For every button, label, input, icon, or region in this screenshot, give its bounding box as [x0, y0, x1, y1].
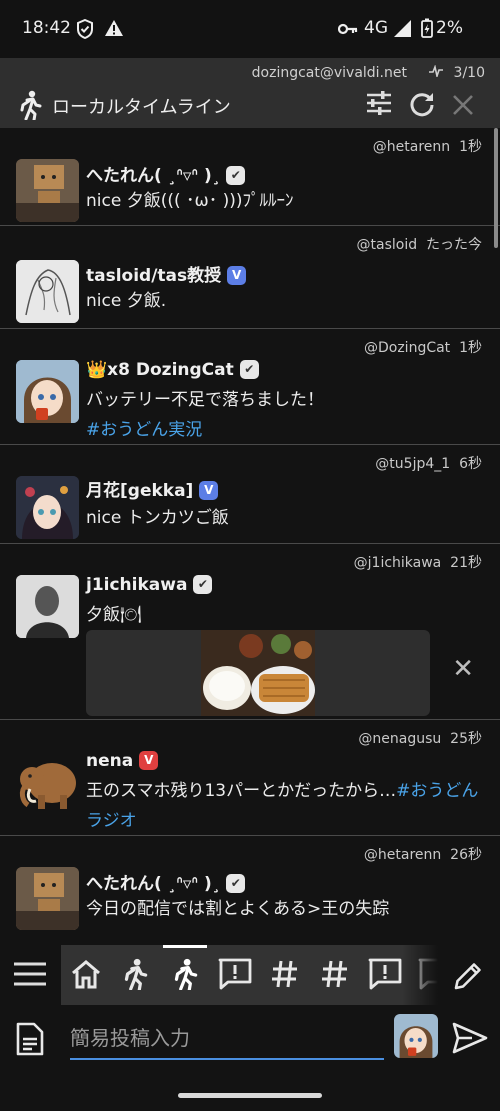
verified-badge: ✔ — [226, 874, 246, 893]
battery-charging-icon — [421, 18, 433, 42]
hashtag-icon — [272, 960, 297, 988]
active-tab-indicator — [163, 945, 207, 948]
avatar[interactable] — [16, 575, 79, 638]
media-attachment[interactable] — [86, 630, 430, 716]
post-text: nice 夕飯((( ･ω･ )))ﾌﾟﾙﾙｰﾝ — [86, 191, 294, 211]
column-header: dozingcat@vivaldi.net 3/10 ローカルタイムライン — [0, 58, 500, 128]
tab-home[interactable] — [61, 945, 111, 1005]
post-text: バッテリー不足で落ちました！ #おうどん実況 — [86, 385, 484, 445]
alert-speech-bubble-icon — [368, 958, 402, 990]
activity-icon — [429, 64, 447, 81]
vivaldi-badge: V — [227, 266, 247, 285]
tab-hashtag-2[interactable] — [310, 945, 360, 1005]
post-item[interactable]: @tasloid たった今 tasloid/tas教授 V nice 夕飯. — [0, 226, 500, 329]
crown-icon: 👑 — [86, 360, 108, 380]
walking-person-icon — [18, 90, 42, 124]
vivaldi-badge: V — [139, 751, 159, 770]
column-title: ローカルタイムライン — [52, 97, 231, 118]
tab-notifications[interactable] — [210, 945, 260, 1005]
document-icon[interactable] — [16, 1022, 44, 1060]
quick-post-input[interactable] — [70, 1018, 384, 1060]
post-display-name[interactable]: nena V — [86, 751, 159, 771]
post-display-name[interactable]: j1ichikawa ✔ — [86, 575, 213, 595]
post-text: 今日の配信では割とよくある>王の失踪 — [86, 899, 390, 919]
post-text: 夕飯🍽 — [86, 605, 142, 625]
bottom-dock — [0, 936, 500, 1111]
post-handle: @DozingCat 1秒 — [363, 340, 482, 356]
post-item[interactable]: @hetarenn 1秒 へたれん( ¸ᐢ▿ᐢ )¸ ✔ nice 夕飯((( ･… — [0, 128, 500, 226]
walking-person-icon — [124, 958, 148, 990]
warning-icon — [104, 19, 124, 41]
timeline[interactable]: @hetarenn 1秒 へたれん( ¸ᐢ▿ᐢ )¸ ✔ nice 夕飯((( ･… — [0, 128, 500, 936]
post-item[interactable]: @nenagusu 25秒 nena V 王のスマホ残り13パーとかだったから…#… — [0, 720, 500, 836]
tab-bar-fade — [402, 945, 438, 1005]
avatar[interactable] — [16, 159, 79, 222]
system-status-bar: 18:42 4G 2% — [0, 0, 500, 58]
post-display-name[interactable]: 月花[gekka] V — [86, 476, 219, 501]
signal-icon — [394, 20, 412, 41]
column-counter-value: 3/10 — [453, 65, 485, 81]
post-text: 王のスマホ残り13パーとかだったから…#おうどんラジオ — [86, 781, 479, 831]
post-handle: @tasloid たった今 — [356, 237, 483, 253]
column-counter: 3/10 — [429, 64, 485, 81]
column-tab-bar — [61, 945, 438, 1005]
post-handle: @j1ichikawa 21秒 — [353, 555, 482, 571]
pencil-icon[interactable] — [452, 960, 484, 996]
vivaldi-badge: V — [199, 481, 219, 500]
verified-badge: ✔ — [193, 575, 213, 594]
avatar[interactable] — [16, 260, 79, 323]
verified-badge: ✔ — [239, 360, 259, 379]
post-item[interactable]: @tu5jp4_1 6秒 月花[gekka] V nice トンカツご飯 — [0, 445, 500, 544]
refresh-icon[interactable] — [409, 91, 435, 121]
tab-local-walk[interactable] — [110, 945, 160, 1005]
verified-badge: ✔ — [226, 166, 246, 185]
post-item[interactable]: @DozingCat 1秒 👑x8 DozingCat ✔ バッテリー不足で落ちま… — [0, 329, 500, 445]
vpn-key-icon — [337, 21, 358, 40]
hamburger-menu-icon[interactable] — [14, 962, 46, 990]
clock-time: 18:42 — [22, 18, 71, 38]
post-handle: @hetarenn 26秒 — [363, 847, 482, 863]
post-item[interactable]: @hetarenn 26秒 へたれん( ¸ᐢ▿ᐢ )¸ ✔ 今日の配信では割とよく… — [0, 836, 500, 936]
network-type: 4G — [364, 18, 388, 38]
alert-speech-bubble-icon — [218, 958, 252, 990]
post-text: nice トンカツご飯 — [86, 508, 229, 528]
home-icon — [72, 960, 100, 989]
hashtag-link[interactable]: #おうどん実況 — [86, 415, 484, 445]
close-icon[interactable] — [452, 94, 474, 120]
account-label: dozingcat@vivaldi.net — [251, 65, 407, 81]
post-handle: @tu5jp4_1 6秒 — [375, 456, 482, 472]
post-display-name[interactable]: へたれん( ¸ᐢ▿ᐢ )¸ ✔ — [86, 869, 246, 894]
timeline-scrollbar[interactable] — [494, 128, 498, 248]
food-photo[interactable] — [201, 630, 315, 716]
avatar[interactable] — [16, 867, 79, 930]
post-item[interactable]: @j1ichikawa 21秒 j1ichikawa ✔ 夕飯🍽 ✕ — [0, 544, 500, 720]
post-display-name[interactable]: tasloid/tas教授 V — [86, 261, 247, 286]
own-avatar[interactable] — [394, 1014, 438, 1058]
tab-local-timeline-active[interactable] — [160, 945, 210, 1005]
hashtag-icon — [322, 960, 347, 988]
walking-person-icon — [174, 958, 198, 990]
post-handle: @nenagusu 25秒 — [358, 731, 482, 747]
quick-compose — [0, 1012, 500, 1072]
post-text: nice 夕飯. — [86, 291, 167, 311]
close-media-icon[interactable]: ✕ — [452, 654, 474, 684]
gesture-navigation-bar[interactable] — [178, 1093, 322, 1098]
send-icon[interactable] — [452, 1022, 488, 1058]
avatar[interactable] — [16, 476, 79, 539]
post-display-name[interactable]: 👑x8 DozingCat ✔ — [86, 360, 259, 380]
shield-check-icon — [76, 18, 94, 43]
sliders-icon[interactable] — [366, 91, 392, 119]
tab-hashtag-1[interactable] — [260, 945, 310, 1005]
battery-level: 2% — [436, 18, 463, 38]
avatar[interactable] — [16, 751, 79, 814]
avatar[interactable] — [16, 360, 79, 423]
post-display-name[interactable]: へたれん( ¸ᐢ▿ᐢ )¸ ✔ — [86, 161, 246, 186]
post-handle: @hetarenn 1秒 — [372, 139, 482, 155]
